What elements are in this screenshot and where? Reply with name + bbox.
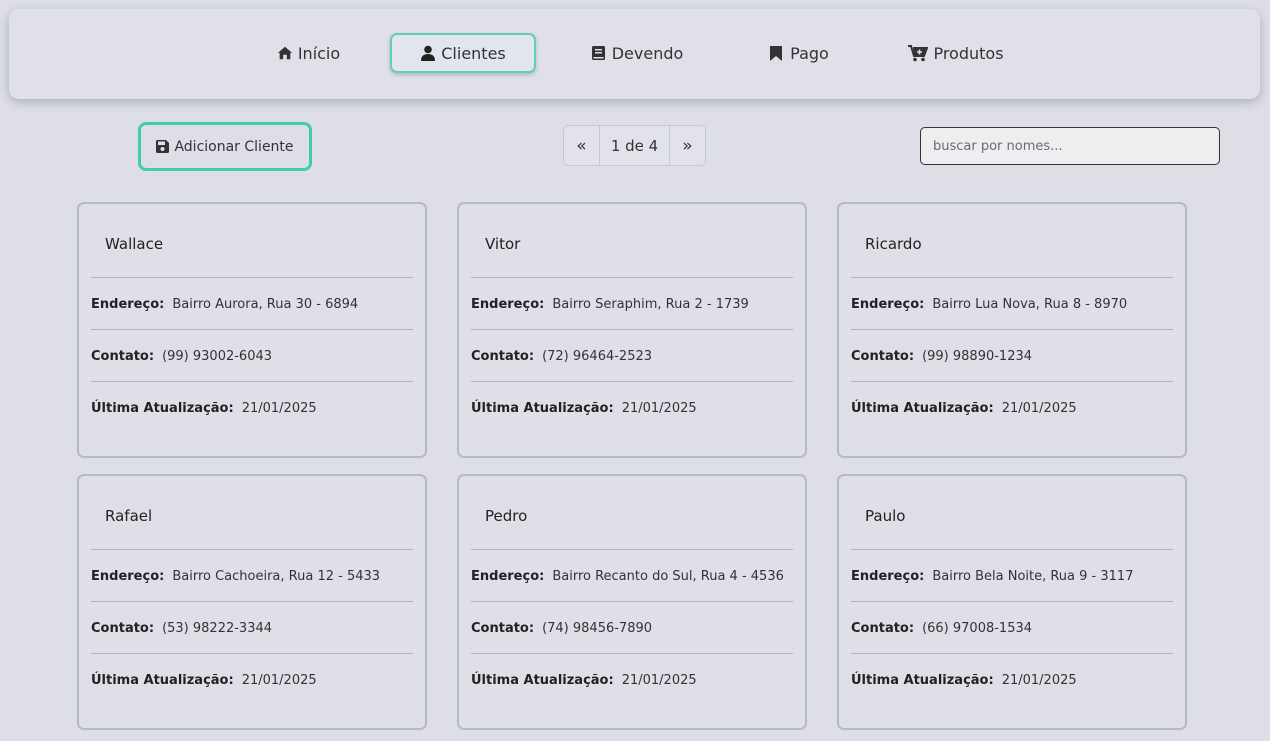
top-navbar: Início Clientes Devendo Pago Produtos [9,9,1260,99]
updated-value: 21/01/2025 [241,400,317,416]
address-value: Bairro Cachoeira, Rua 12 - 5433 [172,568,381,584]
address-value: Bairro Bela Noite, Rua 9 - 3117 [932,568,1134,584]
address-label: Endereço: [471,296,545,312]
client-name: Ricardo [865,235,922,253]
address-label: Endereço: [91,568,165,584]
updated-label: Última Atualização: [91,672,234,688]
updated-label: Última Atualização: [91,400,234,416]
client-card: Paulo Endereço: Bairro Bela Noite, Rua 9… [837,474,1187,730]
contact-label: Contato: [91,348,155,364]
contact-value: (99) 98890-1234 [922,348,1033,364]
save-icon [156,140,170,153]
client-updated-row: Última Atualização: 21/01/2025 [91,381,413,434]
client-name: Wallace [105,235,164,253]
contact-value: (72) 96464-2523 [542,348,653,364]
contact-label: Contato: [851,620,915,636]
address-value: Bairro Recanto do Sul, Rua 4 - 4536 [552,568,784,584]
bookmark-icon [769,45,785,61]
address-label: Endereço: [471,568,545,584]
contact-value: (99) 93002-6043 [162,348,273,364]
client-contact-row: Contato: (99) 93002-6043 [91,329,413,382]
client-address-row: Endereço: Bairro Lua Nova, Rua 8 - 8970 [851,277,1173,330]
client-name: Rafael [105,507,153,525]
address-value: Bairro Aurora, Rua 30 - 6894 [172,296,359,312]
client-updated-row: Última Atualização: 21/01/2025 [471,381,793,434]
add-client-label: Adicionar Cliente [174,138,294,155]
client-contact-row: Contato: (72) 96464-2523 [471,329,793,382]
client-contact-row: Contato: (66) 97008-1534 [851,601,1173,654]
address-value: Bairro Seraphim, Rua 2 - 1739 [552,296,749,312]
client-name: Pedro [485,507,528,525]
add-client-button[interactable]: Adicionar Cliente [138,122,312,171]
nav-item-devendo[interactable]: Devendo [587,33,687,73]
updated-label: Última Atualização: [851,400,994,416]
nav-item-label: Pago [790,43,829,63]
client-updated-row: Última Atualização: 21/01/2025 [91,653,413,706]
client-updated-row: Última Atualização: 21/01/2025 [851,381,1173,434]
client-address-row: Endereço: Bairro Cachoeira, Rua 12 - 543… [91,549,413,602]
nav-item-label: Produtos [933,43,1004,63]
client-name: Paulo [865,507,906,525]
pagination-current: 1 de 4 [599,126,670,165]
nav-item-pago[interactable]: Pago [760,33,838,73]
contact-label: Contato: [91,620,155,636]
client-address-row: Endereço: Bairro Aurora, Rua 30 - 6894 [91,277,413,330]
client-card: Ricardo Endereço: Bairro Lua Nova, Rua 8… [837,202,1187,458]
client-address-row: Endereço: Bairro Seraphim, Rua 2 - 1739 [471,277,793,330]
pagination-prev-button[interactable]: « [564,126,599,165]
client-card: Pedro Endereço: Bairro Recanto do Sul, R… [457,474,807,730]
address-value: Bairro Lua Nova, Rua 8 - 8970 [932,296,1128,312]
updated-value: 21/01/2025 [1001,400,1077,416]
nav-item-produtos[interactable]: Produtos [905,33,1007,73]
client-name: Vitor [485,235,521,253]
pagination: « 1 de 4 » [563,125,706,166]
address-label: Endereço: [851,296,925,312]
address-label: Endereço: [851,568,925,584]
user-icon [420,45,436,61]
contact-value: (66) 97008-1534 [922,620,1033,636]
contact-label: Contato: [471,348,535,364]
client-address-row: Endereço: Bairro Bela Noite, Rua 9 - 311… [851,549,1173,602]
client-card: Wallace Endereço: Bairro Aurora, Rua 30 … [77,202,427,458]
client-updated-row: Última Atualização: 21/01/2025 [471,653,793,706]
home-icon [277,45,293,61]
client-contact-row: Contato: (74) 98456-7890 [471,601,793,654]
updated-value: 21/01/2025 [621,672,697,688]
nav-item-inicio[interactable]: Início [261,33,356,73]
client-card: Rafael Endereço: Bairro Cachoeira, Rua 1… [77,474,427,730]
updated-label: Última Atualização: [851,672,994,688]
updated-value: 21/01/2025 [1001,672,1077,688]
client-card: Vitor Endereço: Bairro Seraphim, Rua 2 -… [457,202,807,458]
client-address-row: Endereço: Bairro Recanto do Sul, Rua 4 -… [471,549,793,602]
client-contact-row: Contato: (99) 98890-1234 [851,329,1173,382]
updated-value: 21/01/2025 [621,400,697,416]
nav-item-label: Início [297,43,341,63]
contact-value: (53) 98222-3344 [162,620,273,636]
pagination-next-button[interactable]: » [670,126,705,165]
nav-item-label: Devendo [611,43,684,63]
book-icon [591,45,607,61]
search-input[interactable] [920,127,1220,165]
updated-label: Última Atualização: [471,400,614,416]
address-label: Endereço: [91,296,165,312]
nav-item-label: Clientes [441,43,506,63]
contact-label: Contato: [851,348,915,364]
client-contact-row: Contato: (53) 98222-3344 [91,601,413,654]
client-updated-row: Última Atualização: 21/01/2025 [851,653,1173,706]
nav-item-clientes[interactable]: Clientes [390,33,536,73]
cart-plus-icon [908,45,929,62]
updated-label: Última Atualização: [471,672,614,688]
updated-value: 21/01/2025 [241,672,317,688]
contact-value: (74) 98456-7890 [542,620,653,636]
contact-label: Contato: [471,620,535,636]
